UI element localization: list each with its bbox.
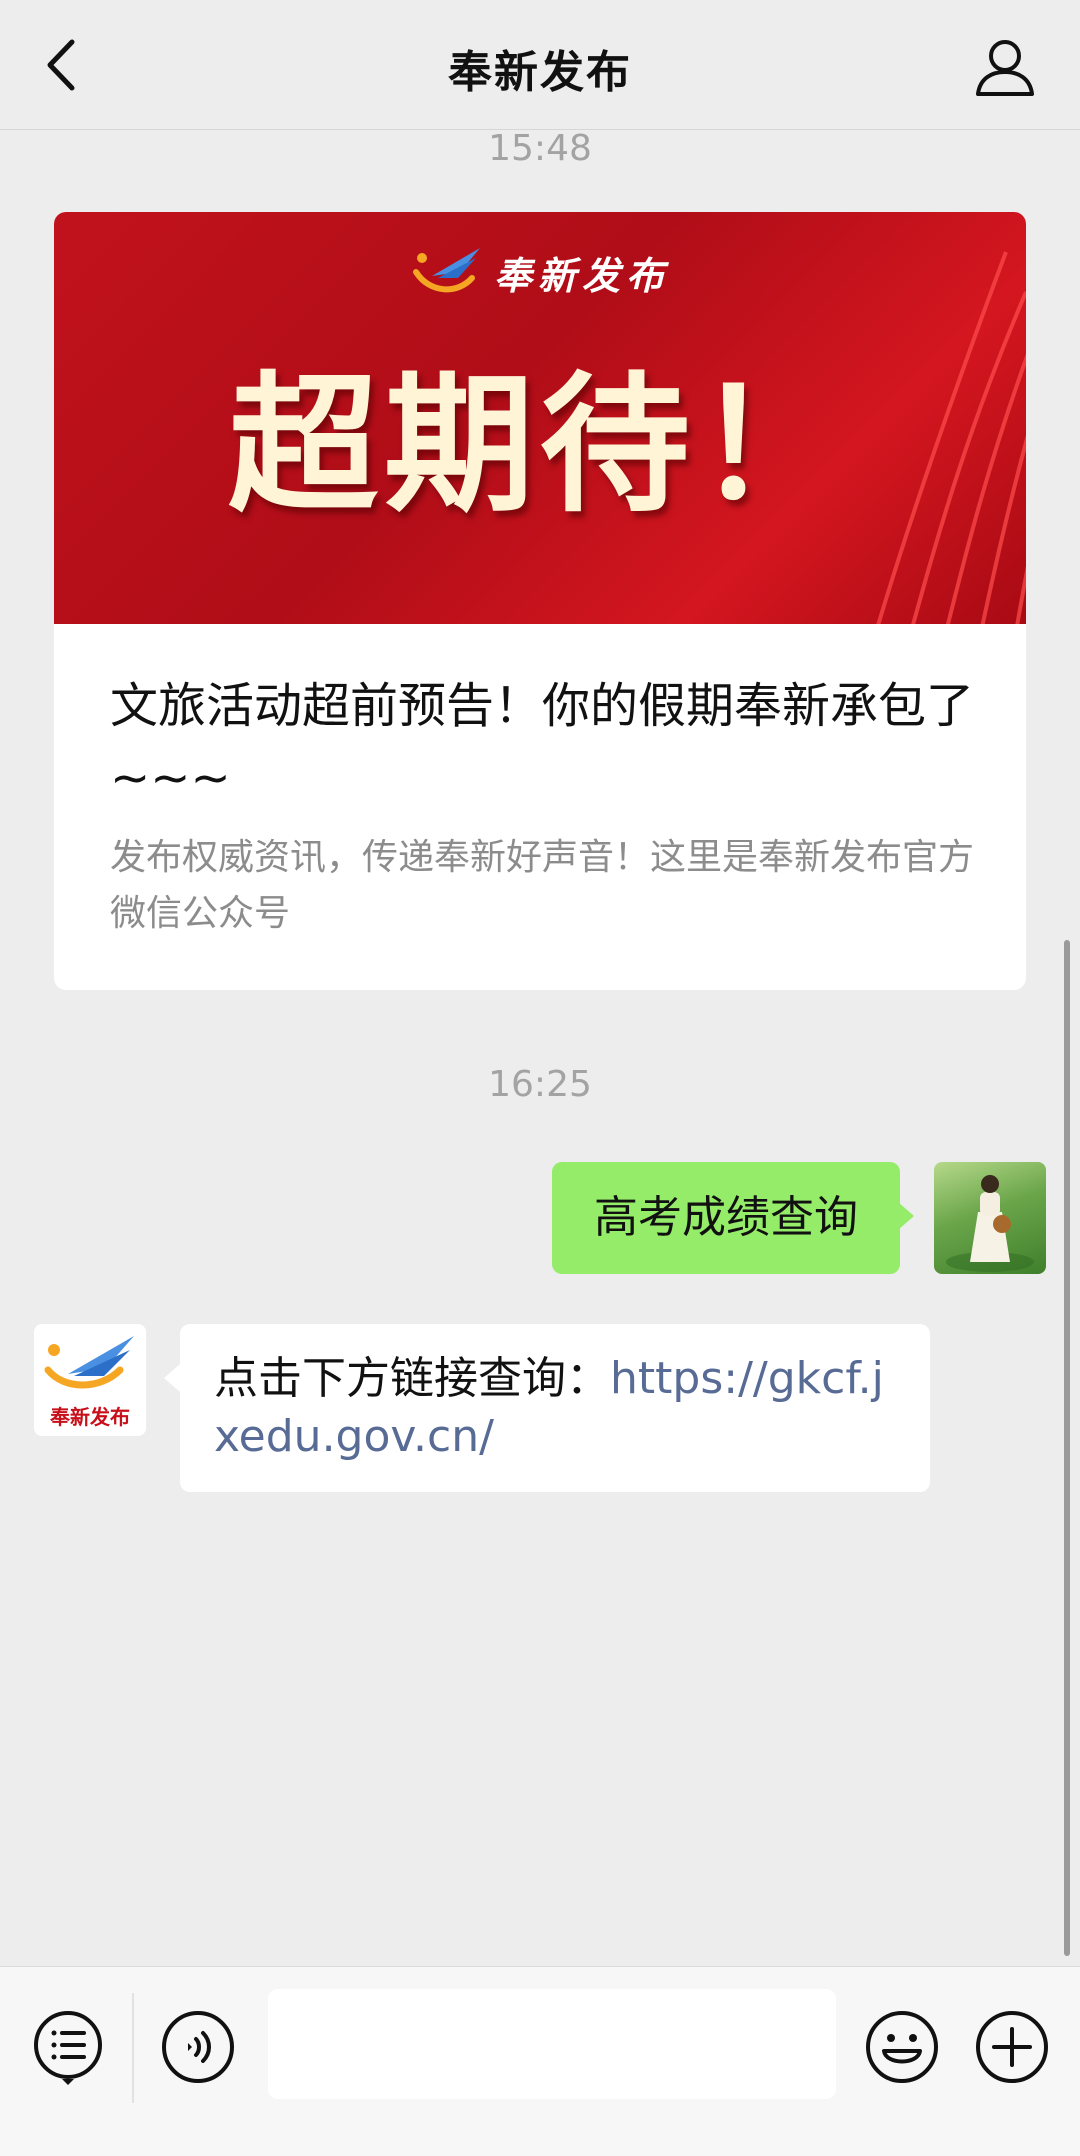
article-description: 发布权威资讯，传递奉新好声音！这里是奉新发布官方微信公众号 — [110, 837, 975, 934]
user-avatar[interactable] — [934, 1162, 1046, 1274]
article-banner-image: 奉新发布 超期待！ — [54, 212, 1026, 624]
header-bar: 奉新发布 — [0, 0, 1080, 130]
scrollbar[interactable] — [1064, 940, 1070, 1956]
banner-brand-text: 奉新发布 — [493, 252, 670, 298]
chat-screen: 奉新发布 15:48 奉新发布 超期待！ 文旅活动超前预告！你的假期奉新承包了~… — [0, 0, 1080, 2156]
official-account-avatar[interactable]: 奉新发布 — [34, 1324, 146, 1436]
menu-list-icon[interactable] — [28, 2007, 108, 2087]
brand-logo-icon — [412, 248, 480, 293]
profile-icon[interactable] — [970, 32, 1040, 102]
timestamp: 16:25 — [488, 1064, 592, 1105]
message-input[interactable] — [268, 1989, 836, 2099]
chat-title: 奉新发布 — [448, 47, 632, 98]
voice-icon[interactable] — [158, 2007, 238, 2087]
article-card[interactable]: 奉新发布 超期待！ 文旅活动超前预告！你的假期奉新承包了~~~ 发布权威资讯，传… — [54, 212, 1026, 990]
toolbar-divider — [132, 1993, 134, 2103]
banner-logo: 奉新发布 — [54, 232, 1026, 312]
received-message-bubble[interactable]: 点击下方链接查询：https://gkcf.jxedu.gov.cn/ — [164, 1324, 930, 1492]
banner-headline: 超期待！ — [227, 359, 852, 533]
brand-logo-icon — [44, 1336, 134, 1389]
emoji-icon[interactable] — [862, 2007, 942, 2087]
sent-message-bubble[interactable]: 高考成绩查询 — [552, 1162, 914, 1274]
input-toolbar — [0, 1966, 1080, 2156]
plus-icon[interactable] — [972, 2007, 1052, 2087]
received-message-text: 点击下方链接查询： — [214, 1353, 610, 1404]
article-title: 文旅活动超前预告！你的假期奉新承包了~~~ — [110, 678, 975, 806]
user-avatar-image — [946, 1175, 1034, 1272]
avatar-brand-text: 奉新发布 — [50, 1405, 130, 1429]
timestamp: 15:48 — [488, 128, 592, 169]
